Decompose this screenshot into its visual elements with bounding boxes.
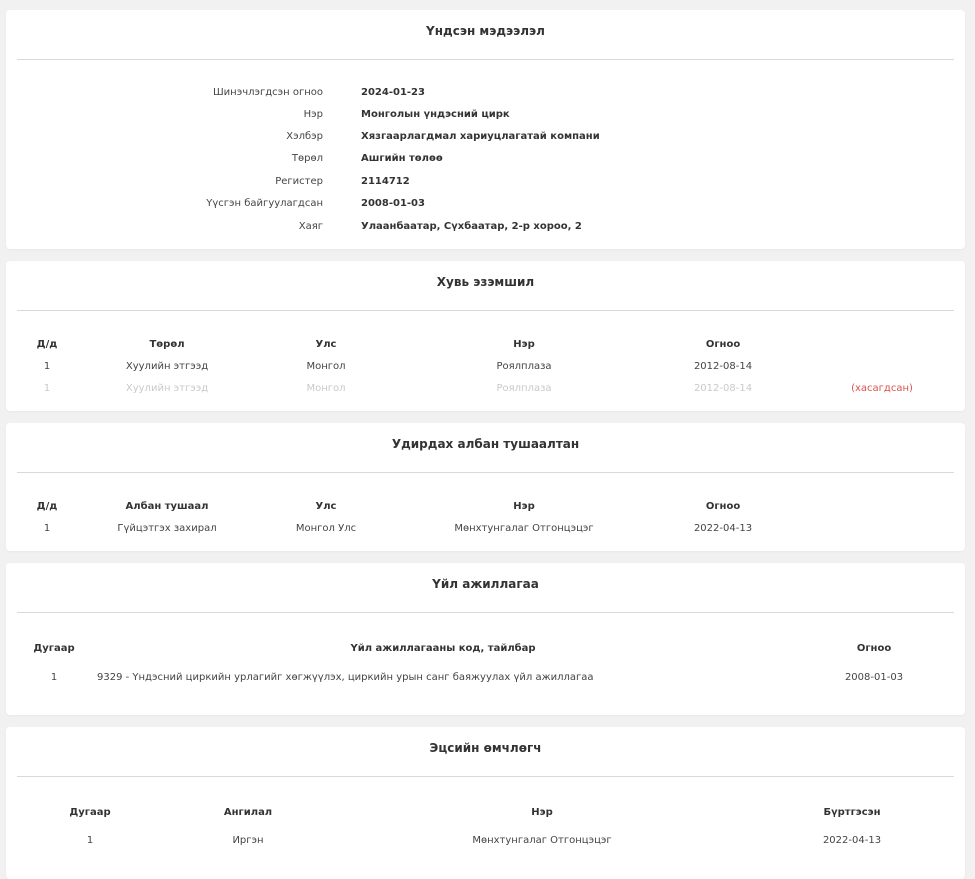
field-value: Ашгийн төлөө xyxy=(361,153,443,164)
address-row: Хаяг Улаанбаатар, Сүхбаатар, 2-р хороо, … xyxy=(6,221,965,237)
field-label: Регистер xyxy=(275,176,323,187)
field-label: Хэлбэр xyxy=(286,131,323,142)
updated-date-row: Шинэчлэгдсэн огноо 2024-01-23 xyxy=(6,87,965,103)
ownership-cell-no: 1 xyxy=(43,361,51,372)
officials-cell-name: Мөнхтунгалаг Отгонцэцэг xyxy=(454,523,594,534)
owner-cell-name: Мөнхтунгалаг Отгонцэцэг xyxy=(472,835,612,846)
officials-cell-position: Гүйцэтгэх захирал xyxy=(117,523,217,534)
owner-cell-number: 1 xyxy=(86,835,94,846)
col-header-no: Д/д xyxy=(36,339,58,350)
divider xyxy=(17,310,954,311)
officials-title: Удирдах албан тушаалтан xyxy=(391,437,580,451)
activity-card: Үйл ажиллагаа Дугаар Үйл ажиллагааны код… xyxy=(6,563,965,715)
field-label: Нэр xyxy=(303,109,323,120)
owner-cell-registered: 2022-04-13 xyxy=(822,835,882,846)
basic-info-card: Үндсэн мэдээлэл Шинэчлэгдсэн огноо 2024-… xyxy=(6,10,965,249)
ownership-cell-date: 2012-08-14 xyxy=(693,361,753,372)
ownership-cell-name: Роялплаза xyxy=(496,383,552,394)
register-row: Регистер 2114712 xyxy=(6,176,965,192)
officials-cell-date: 2022-04-13 xyxy=(693,523,753,534)
col-header-name: Нэр xyxy=(531,807,553,818)
ownership-cell-name: Роялплаза xyxy=(496,361,552,372)
divider xyxy=(17,776,954,777)
col-header-name: Нэр xyxy=(513,501,535,512)
owner-cell-category: Иргэн xyxy=(232,835,264,846)
officials-cell-country: Монгол Улс xyxy=(295,523,357,534)
col-header-category: Ангилал xyxy=(223,807,273,818)
officials-card: Удирдах албан тушаалтан Д/д Албан тушаал… xyxy=(6,423,965,551)
col-header-activity: Үйл ажиллагааны код, тайлбар xyxy=(350,643,536,654)
ownership-card: Хувь эзэмшил Д/д Төрөл Улс Нэр Огноо 1 Х… xyxy=(6,261,965,411)
ownership-cell-type: Хуулийн этгээд xyxy=(125,383,209,394)
ownership-cell-no: 1 xyxy=(43,383,51,394)
col-header-registered: Бүртгэсэн xyxy=(823,807,881,818)
col-header-country: Улс xyxy=(315,501,337,512)
divider xyxy=(17,59,954,60)
name-row: Нэр Монголын үндэсний цирк xyxy=(6,109,965,125)
field-value: Улаанбаатар, Сүхбаатар, 2-р хороо, 2 xyxy=(361,221,582,232)
ownership-cell-type: Хуулийн этгээд xyxy=(125,361,209,372)
ownership-cell-country: Монгол xyxy=(306,383,346,394)
divider xyxy=(17,472,954,473)
field-label: Шинэчлэгдсэн огноо xyxy=(212,87,323,98)
col-header-no: Д/д xyxy=(36,501,58,512)
founded-row: Үүсгэн байгуулагдсан 2008-01-03 xyxy=(6,198,965,214)
col-header-country: Улс xyxy=(315,339,337,350)
activity-cell-description: 9329 - Үндэсний циркийн урлагийг хөгжүүл… xyxy=(97,672,594,683)
form-row: Хэлбэр Хязгаарлагдмал хариуцлагатай комп… xyxy=(6,131,965,147)
removed-status-label: (хасагдсан) xyxy=(851,383,913,394)
field-value: Хязгаарлагдмал хариуцлагатай компани xyxy=(361,131,600,142)
ownership-cell-date: 2012-08-14 xyxy=(693,383,753,394)
col-header-name: Нэр xyxy=(513,339,535,350)
basic-info-title: Үндсэн мэдээлэл xyxy=(426,24,545,38)
field-label: Үүсгэн байгуулагдсан xyxy=(206,198,323,209)
activity-cell-number: 1 xyxy=(50,672,58,683)
col-header-number: Дугаар xyxy=(69,807,111,818)
col-header-date: Огноо xyxy=(705,501,741,512)
field-value: 2114712 xyxy=(361,176,410,187)
officials-cell-no: 1 xyxy=(43,523,51,534)
field-label: Төрөл xyxy=(291,153,323,164)
ownership-cell-country: Монгол xyxy=(306,361,346,372)
col-header-number: Дугаар xyxy=(33,643,75,654)
field-label: Хаяг xyxy=(298,221,323,232)
col-header-date: Огноо xyxy=(705,339,741,350)
beneficial-owner-title: Эцсийн өмчлөгч xyxy=(429,741,542,755)
field-value: 2024-01-23 xyxy=(361,87,425,98)
col-header-position: Албан тушаал xyxy=(125,501,209,512)
col-header-type: Төрөл xyxy=(149,339,185,350)
beneficial-owner-card: Эцсийн өмчлөгч Дугаар Ангилал Нэр Бүртгэ… xyxy=(6,727,965,879)
type-row: Төрөл Ашгийн төлөө xyxy=(6,153,965,169)
field-value: Монголын үндэсний цирк xyxy=(361,109,510,120)
col-header-date: Огноо xyxy=(856,643,892,654)
ownership-title: Хувь эзэмшил xyxy=(436,275,535,289)
activity-cell-date: 2008-01-03 xyxy=(844,672,904,683)
field-value: 2008-01-03 xyxy=(361,198,425,209)
divider xyxy=(17,612,954,613)
activity-title: Үйл ажиллагаа xyxy=(432,577,539,591)
